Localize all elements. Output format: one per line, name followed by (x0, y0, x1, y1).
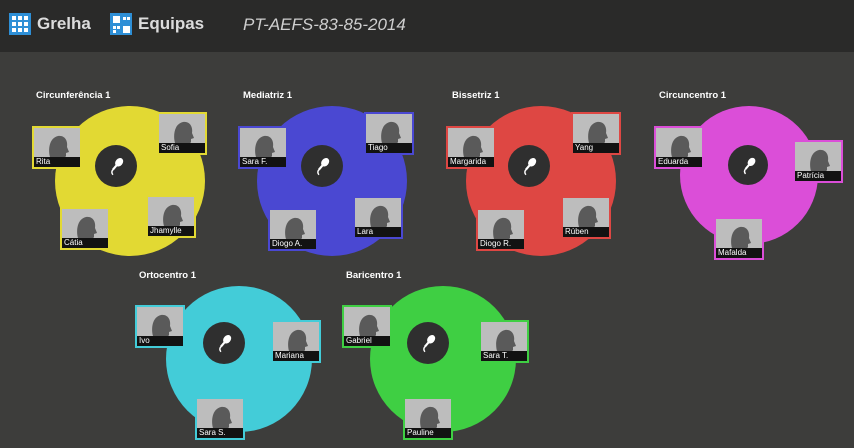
team-title: Circunferência 1 (36, 90, 111, 101)
member-card[interactable]: Pauline (403, 397, 453, 440)
member-name: Sara S. (197, 428, 243, 438)
top-bar: Grelha Equipas PT-AEFS-83-85-2014 (0, 0, 854, 52)
member-card[interactable]: Mariana (271, 320, 321, 363)
member-card[interactable]: Rita (32, 126, 82, 169)
microphone-icon (111, 158, 124, 176)
grid-nav-button[interactable]: Grelha (9, 12, 91, 36)
member-card[interactable]: Margarida (446, 126, 496, 169)
member-card[interactable]: Diogo A. (268, 208, 318, 251)
microphone-icon (524, 158, 537, 176)
member-card[interactable]: Yang (571, 112, 621, 155)
member-card[interactable]: Jhamylle (146, 195, 196, 238)
member-name: Tiago (366, 143, 412, 153)
member-name: Eduarda (656, 157, 702, 167)
member-card[interactable]: Sara S. (195, 397, 245, 440)
member-name: Margarida (448, 157, 494, 167)
team-mic-button[interactable] (95, 145, 137, 187)
member-name: Mafalda (716, 248, 762, 258)
member-card[interactable]: Patrícia (793, 140, 843, 183)
member-name: Sara F. (240, 157, 286, 167)
member-card[interactable]: Lara (353, 196, 403, 239)
member-name: Ivo (137, 336, 183, 346)
member-name: Pauline (405, 428, 451, 438)
microphone-icon (317, 158, 330, 176)
microphone-icon (219, 335, 232, 353)
session-code: PT-AEFS-83-85-2014 (243, 15, 406, 34)
member-card[interactable]: Sara F. (238, 126, 288, 169)
member-card[interactable]: Diogo R. (476, 208, 526, 251)
member-card[interactable]: Tiago (364, 112, 414, 155)
member-name: Diogo R. (478, 239, 524, 249)
team-mic-button[interactable] (728, 145, 768, 185)
team-mic-button[interactable] (407, 322, 449, 364)
team-title: Ortocentro 1 (139, 270, 197, 281)
microphone-icon (743, 157, 755, 174)
member-card[interactable]: Cátia (60, 207, 110, 250)
member-card[interactable]: Rúben (561, 196, 611, 239)
member-card[interactable]: Eduarda (654, 126, 704, 169)
member-name: Diogo A. (270, 239, 316, 249)
teams-nav-button[interactable]: Equipas (110, 12, 204, 36)
team-title: Circuncentro 1 (659, 90, 727, 101)
member-name: Yang (573, 143, 619, 153)
member-name: Patrícia (795, 171, 841, 181)
teams-icon (110, 13, 132, 35)
member-card[interactable]: Ivo (135, 305, 185, 348)
team-title: Mediatriz 1 (243, 90, 293, 101)
grid-icon (9, 13, 31, 35)
member-name: Jhamylle (148, 226, 194, 236)
teams-nav-label: Equipas (138, 14, 205, 33)
microphone-icon (423, 335, 436, 353)
member-name: Cátia (62, 238, 108, 248)
member-card[interactable]: Sara T. (479, 320, 529, 363)
member-card[interactable]: Sofia (157, 112, 207, 155)
member-name: Sara T. (481, 351, 527, 361)
team-mic-button[interactable] (203, 322, 245, 364)
member-name: Sofia (159, 143, 205, 153)
member-name: Lara (355, 227, 401, 237)
member-card[interactable]: Gabriel (342, 305, 392, 348)
member-card[interactable]: Mafalda (714, 217, 764, 260)
member-name: Gabriel (344, 336, 390, 346)
grid-nav-label: Grelha (37, 14, 91, 33)
member-name: Rúben (563, 227, 609, 237)
team-title: Baricentro 1 (346, 270, 402, 281)
team-mic-button[interactable] (508, 145, 550, 187)
member-name: Mariana (273, 351, 319, 361)
team-mic-button[interactable] (301, 145, 343, 187)
member-name: Rita (34, 157, 80, 167)
team-title: Bissetriz 1 (452, 90, 500, 101)
